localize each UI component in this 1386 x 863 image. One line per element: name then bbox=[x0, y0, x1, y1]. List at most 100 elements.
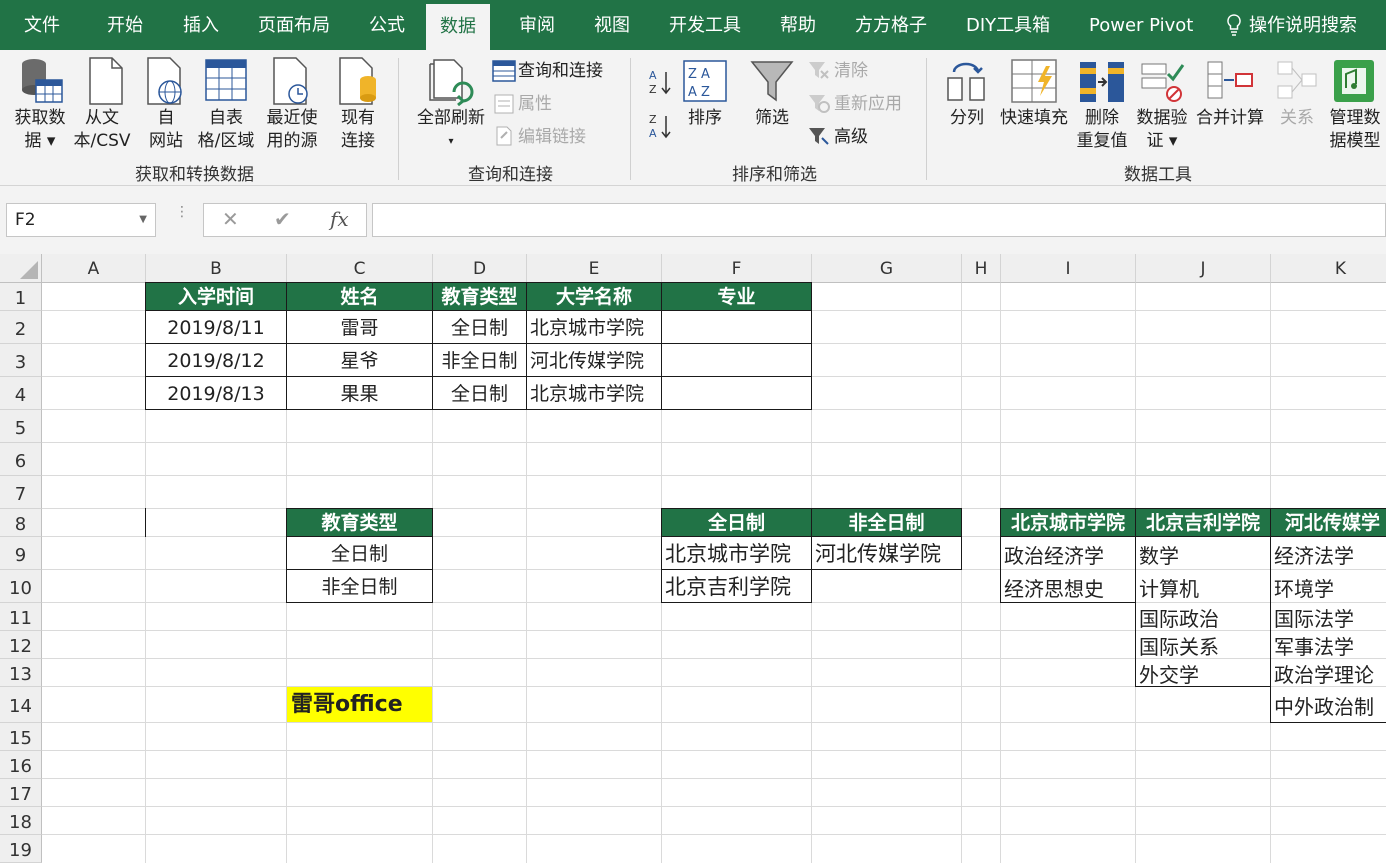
table-cell[interactable]: 北京城市学院 bbox=[526, 310, 662, 344]
column-header-g[interactable]: G bbox=[812, 254, 962, 283]
tab-developer[interactable]: 开发工具 bbox=[669, 0, 741, 50]
reapply-button[interactable]: 重新应用 bbox=[834, 93, 902, 116]
edu-list-item[interactable]: 非全日制 bbox=[286, 569, 433, 603]
row-header-7[interactable]: 7 bbox=[0, 476, 42, 509]
tab-power-pivot[interactable]: Power Pivot bbox=[1089, 0, 1193, 50]
table-cell-selected[interactable] bbox=[661, 310, 812, 344]
flash-fill-button[interactable]: 快速填充 bbox=[996, 107, 1072, 130]
table-cell[interactable] bbox=[661, 343, 812, 377]
table-cell[interactable]: 2019/8/13 bbox=[145, 376, 287, 410]
school-item[interactable]: 北京吉利学院 bbox=[661, 569, 812, 603]
tab-help[interactable]: 帮助 bbox=[780, 0, 816, 50]
relationships-button[interactable]: 关系 bbox=[1276, 107, 1318, 130]
column-header-j[interactable]: J bbox=[1136, 254, 1271, 283]
tab-file[interactable]: 文件 bbox=[24, 0, 60, 50]
table-cell[interactable]: 非全日制 bbox=[432, 343, 527, 377]
table-header-cell[interactable]: 教育类型 bbox=[432, 282, 527, 311]
column-header-d[interactable]: D bbox=[433, 254, 527, 283]
table-cell[interactable] bbox=[661, 376, 812, 410]
manage-data-model-button[interactable]: 管理数 据模型 bbox=[1324, 107, 1386, 153]
row-header-14[interactable]: 14 bbox=[0, 687, 42, 723]
row-header-19[interactable]: 19 bbox=[0, 835, 42, 863]
major-header[interactable]: 北京吉利学院 bbox=[1135, 508, 1271, 537]
major-item[interactable]: 军事法学 bbox=[1271, 631, 1386, 659]
recent-sources-button[interactable]: 最近使 用的源 bbox=[260, 107, 324, 153]
school-item[interactable]: 河北传媒学院 bbox=[811, 536, 962, 570]
name-box[interactable]: F2 ▼ bbox=[6, 203, 156, 237]
column-header-c[interactable]: C bbox=[287, 254, 433, 283]
column-header-k[interactable]: K bbox=[1271, 254, 1386, 283]
major-item[interactable]: 政治学理论 bbox=[1271, 659, 1386, 687]
major-item[interactable]: 数学 bbox=[1136, 538, 1270, 570]
column-header-b[interactable]: B bbox=[146, 254, 287, 283]
from-table-range-button[interactable]: 自表 格/区域 bbox=[192, 107, 260, 153]
text-to-columns-button[interactable]: 分列 bbox=[944, 107, 990, 130]
refresh-all-button[interactable]: 全部刷新 ▾ bbox=[408, 107, 494, 153]
school-type-header[interactable]: 全日制 bbox=[661, 508, 812, 537]
row-header-10[interactable]: 10 bbox=[0, 570, 42, 603]
school-type-header[interactable]: 非全日制 bbox=[811, 508, 962, 537]
row-header-15[interactable]: 15 bbox=[0, 723, 42, 751]
edu-list-item[interactable]: 全日制 bbox=[286, 536, 433, 570]
table-cell[interactable]: 河北传媒学院 bbox=[526, 343, 662, 377]
row-header-11[interactable]: 11 bbox=[0, 603, 42, 631]
tab-formulas[interactable]: 公式 bbox=[369, 0, 405, 50]
tab-view[interactable]: 视图 bbox=[594, 0, 630, 50]
edit-links-button[interactable]: 编辑链接 bbox=[518, 126, 586, 149]
properties-button[interactable]: 属性 bbox=[518, 93, 552, 116]
tab-diy-toolbox[interactable]: DIY工具箱 bbox=[966, 0, 1050, 50]
tab-home[interactable]: 开始 bbox=[107, 0, 143, 50]
tab-page-layout[interactable]: 页面布局 bbox=[258, 0, 330, 50]
remove-duplicates-button[interactable]: 删除 重复值 bbox=[1074, 107, 1130, 153]
row-header-16[interactable]: 16 bbox=[0, 751, 42, 779]
table-cell[interactable]: 全日制 bbox=[432, 310, 527, 344]
sort-button[interactable]: 排序 bbox=[683, 107, 727, 130]
tab-data[interactable]: 数据 bbox=[426, 4, 490, 50]
edu-list-header[interactable]: 教育类型 bbox=[286, 508, 433, 537]
major-item[interactable]: 经济思想史 bbox=[1001, 571, 1135, 603]
table-header-cell[interactable]: 入学时间 bbox=[145, 282, 287, 311]
tell-me-search[interactable]: 操作说明搜索 bbox=[1249, 0, 1357, 50]
column-header-a[interactable]: A bbox=[42, 254, 146, 283]
existing-connections-button[interactable]: 现有 连接 bbox=[330, 107, 386, 153]
tab-insert[interactable]: 插入 bbox=[183, 0, 219, 50]
major-header[interactable]: 河北传媒学 bbox=[1270, 508, 1386, 537]
table-cell[interactable]: 星爷 bbox=[286, 343, 433, 377]
school-item[interactable]: 北京城市学院 bbox=[661, 536, 812, 570]
row-header-5[interactable]: 5 bbox=[0, 410, 42, 443]
table-header-cell[interactable]: 专业 bbox=[661, 282, 812, 311]
filter-button[interactable]: 筛选 bbox=[748, 107, 796, 130]
row-header-18[interactable]: 18 bbox=[0, 807, 42, 835]
advanced-filter-button[interactable]: 高级 bbox=[834, 126, 868, 149]
major-item[interactable]: 国际关系 bbox=[1136, 631, 1270, 659]
consolidate-button[interactable]: 合并计算 bbox=[1194, 107, 1266, 130]
clear-button[interactable]: 清除 bbox=[834, 60, 868, 83]
major-item[interactable]: 计算机 bbox=[1136, 571, 1270, 603]
from-text-csv-button[interactable]: 从文 本/CSV bbox=[70, 107, 134, 153]
row-header-2[interactable]: 2 bbox=[0, 311, 42, 344]
column-header-i[interactable]: I bbox=[1001, 254, 1136, 283]
major-item[interactable]: 环境学 bbox=[1271, 571, 1386, 603]
major-item[interactable]: 中外政治制 bbox=[1271, 687, 1386, 723]
row-header-9[interactable]: 9 bbox=[0, 537, 42, 570]
row-header-8[interactable]: 8 bbox=[0, 509, 42, 537]
table-cell[interactable]: 全日制 bbox=[432, 376, 527, 410]
insert-function-icon[interactable]: fx bbox=[330, 207, 349, 231]
table-cell[interactable]: 雷哥 bbox=[286, 310, 433, 344]
table-cell[interactable]: 果果 bbox=[286, 376, 433, 410]
major-header[interactable]: 北京城市学院 bbox=[1000, 508, 1136, 537]
row-header-3[interactable]: 3 bbox=[0, 344, 42, 377]
row-header-12[interactable]: 12 bbox=[0, 631, 42, 659]
column-header-h[interactable]: H bbox=[962, 254, 1001, 283]
tab-fangfang[interactable]: 方方格子 bbox=[855, 0, 927, 50]
select-all-corner[interactable] bbox=[0, 254, 42, 283]
from-web-button[interactable]: 自网站 bbox=[138, 107, 194, 153]
get-data-button[interactable]: 获取数据 ▾ bbox=[8, 107, 72, 153]
major-item[interactable]: 外交学 bbox=[1136, 659, 1270, 687]
enter-check-icon[interactable]: ✔ bbox=[274, 207, 291, 231]
queries-connections-button[interactable]: 查询和连接 bbox=[518, 60, 603, 83]
row-header-13[interactable]: 13 bbox=[0, 659, 42, 687]
row-header-6[interactable]: 6 bbox=[0, 443, 42, 476]
tab-review[interactable]: 审阅 bbox=[519, 0, 555, 50]
row-header-1[interactable]: 1 bbox=[0, 283, 42, 311]
